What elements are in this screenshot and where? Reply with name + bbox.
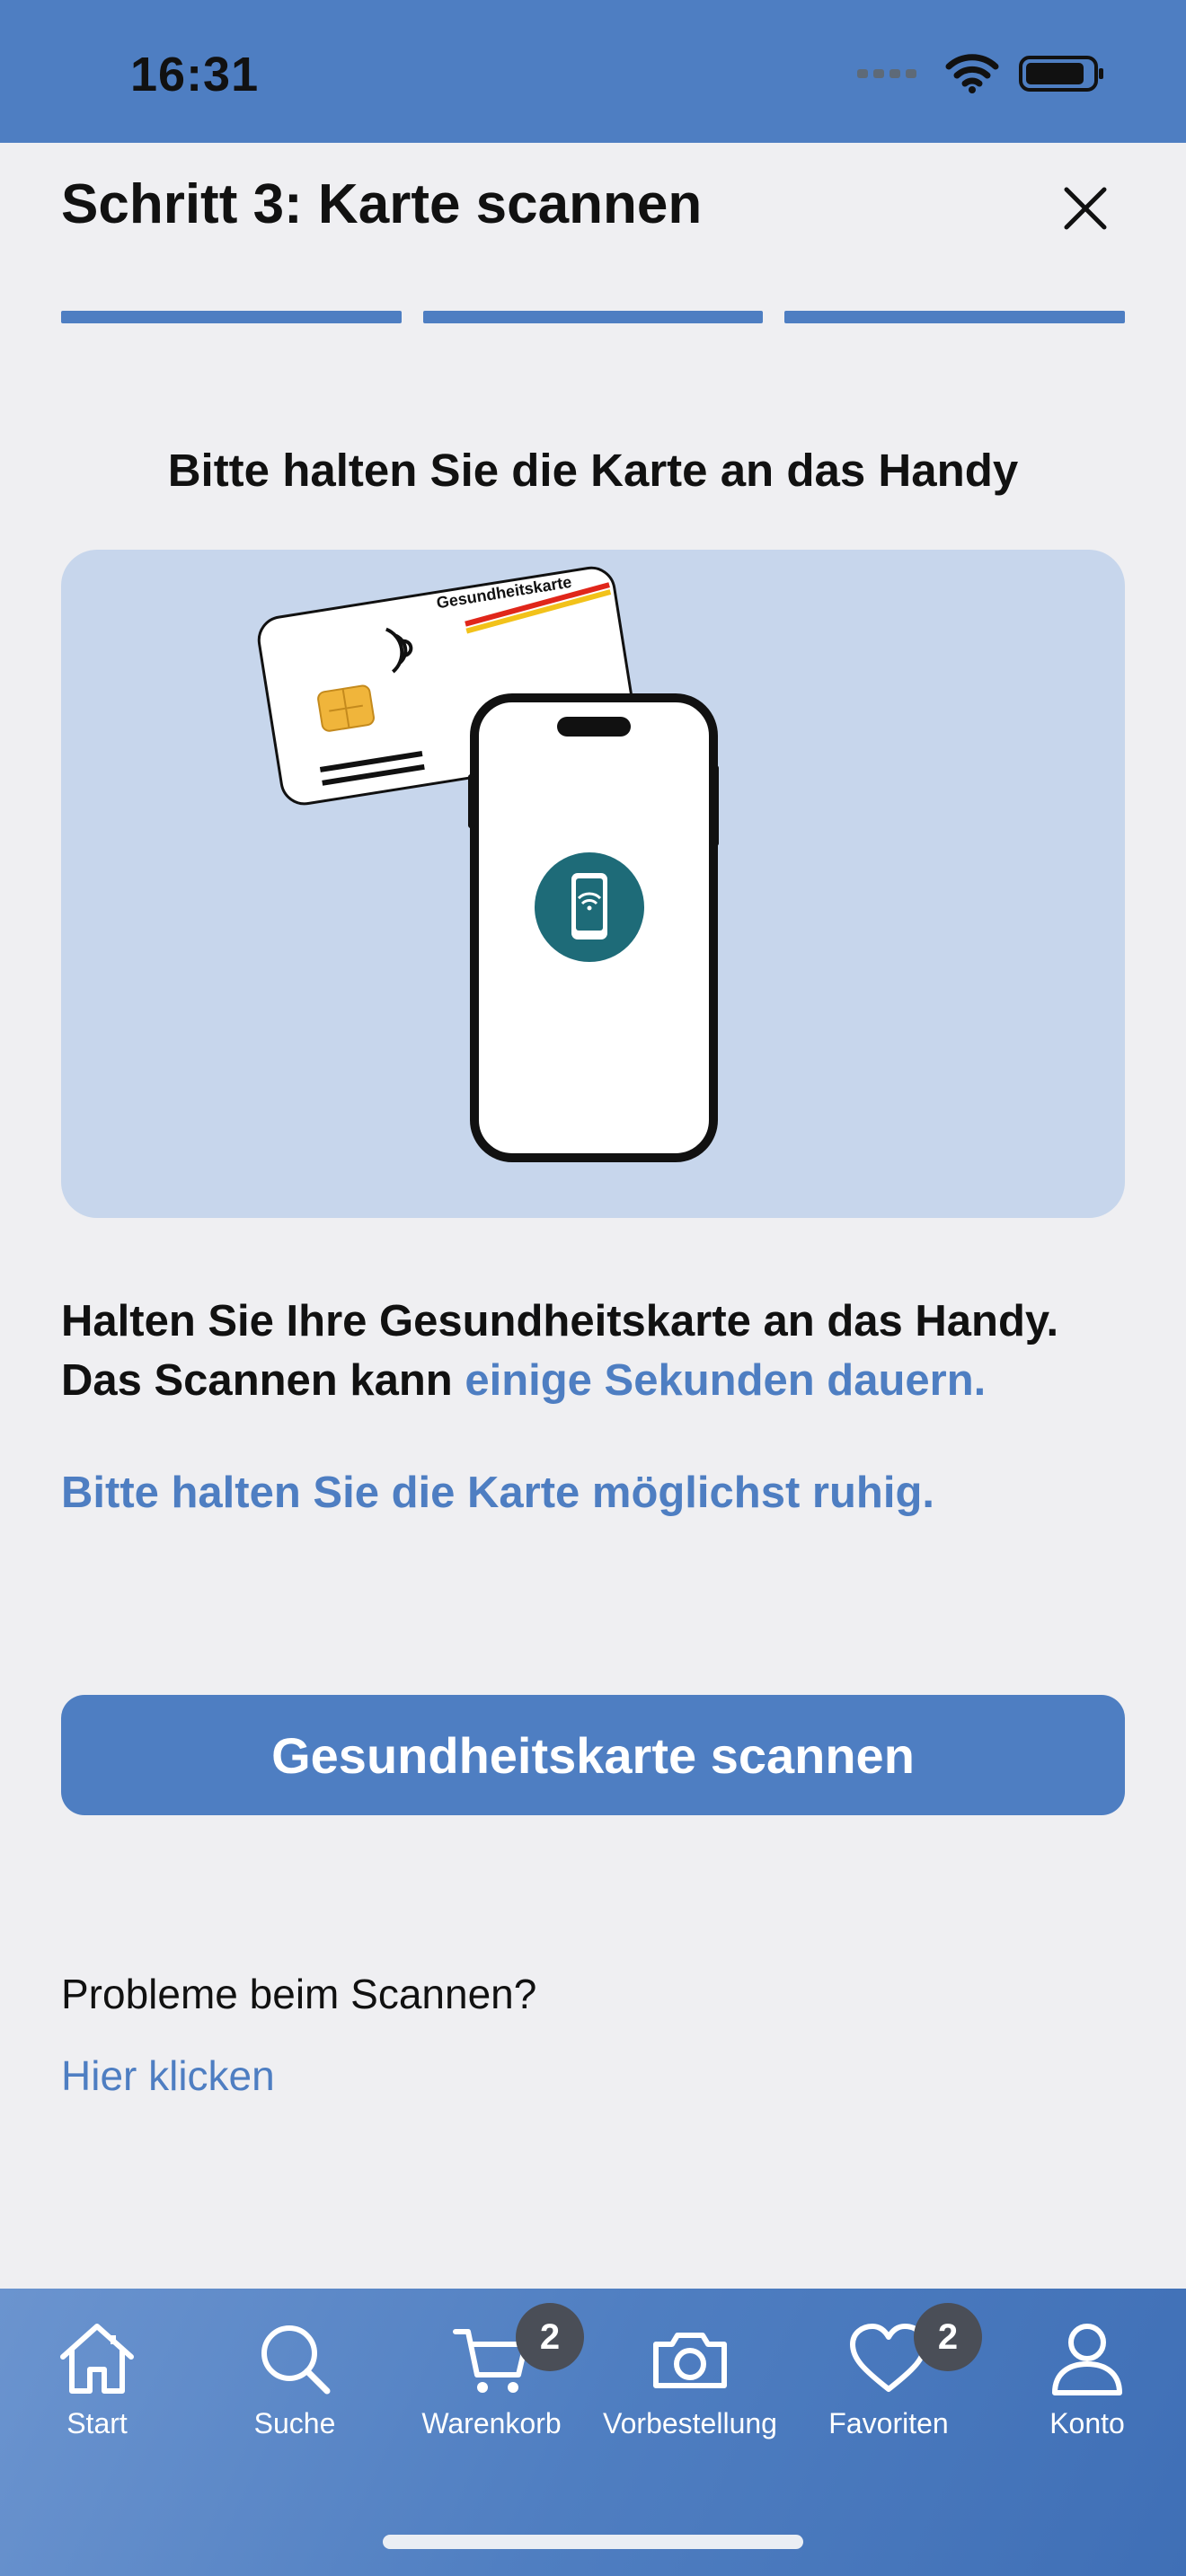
search-icon <box>261 2325 331 2395</box>
tab-suche[interactable]: Suche <box>205 2316 385 2450</box>
camera-icon <box>653 2333 727 2388</box>
progress-step-1 <box>61 311 402 323</box>
step-progress <box>61 311 1126 323</box>
status-icons <box>857 54 1105 93</box>
tab-label: Start <box>66 2407 128 2439</box>
description-line-2: Das Scannen kann einige Sekunden dauern. <box>61 1351 1139 1410</box>
problems-question: Probleme beim Scannen? <box>61 1971 537 2017</box>
help-link[interactable]: Hier klicken <box>61 2051 275 2100</box>
description-line-2-plain: Das Scannen kann <box>61 1356 465 1405</box>
tab-label: Favoriten <box>828 2407 949 2439</box>
status-time: 16:31 <box>130 48 260 101</box>
cart-count-badge: 2 <box>516 2303 584 2371</box>
progress-step-2 <box>422 311 764 323</box>
cellular-signal-icon <box>857 69 916 78</box>
favorites-count-badge: 2 <box>914 2303 982 2371</box>
page-title: Schritt 3: Karte scannen <box>61 173 703 235</box>
description-line-1: Halten Sie Ihre Gesundheitskarte an das … <box>61 1297 1059 1345</box>
battery-icon <box>1019 56 1103 92</box>
close-icon <box>1064 187 1107 230</box>
home-indicator[interactable] <box>383 2535 803 2549</box>
tab-start[interactable]: Start <box>7 2316 187 2450</box>
close-button[interactable] <box>1057 180 1114 237</box>
tab-label: Konto <box>1049 2407 1125 2439</box>
hold-still-hint: Bitte halten Sie die Karte möglichst ruh… <box>61 1469 934 1517</box>
wifi-icon <box>945 54 999 93</box>
tab-label: Vorbestellung <box>603 2407 777 2439</box>
tab-label: Warenkorb <box>421 2407 562 2439</box>
illustration-panel: Gesundheitskarte <box>61 550 1125 1218</box>
tab-label: Suche <box>253 2407 336 2439</box>
home-icon <box>60 2324 134 2394</box>
status-bar: 16:31 <box>0 0 1186 143</box>
progress-step-3 <box>784 311 1126 323</box>
scan-description: Halten Sie Ihre Gesundheitskarte an das … <box>61 1292 1139 1410</box>
card-and-phone-illustration: Gesundheitskarte <box>257 566 719 1162</box>
scan-card-button[interactable]: Gesundheitskarte scannen <box>61 1695 1125 1815</box>
user-icon <box>1052 2324 1122 2395</box>
instruction-heading: Bitte halten Sie die Karte an das Handy <box>167 445 1019 496</box>
description-line-2-highlight: einige Sekunden dauern. <box>465 1356 987 1405</box>
tab-konto[interactable]: Konto <box>997 2316 1177 2450</box>
tab-vorbestellung[interactable]: Vorbestellung <box>600 2316 780 2450</box>
